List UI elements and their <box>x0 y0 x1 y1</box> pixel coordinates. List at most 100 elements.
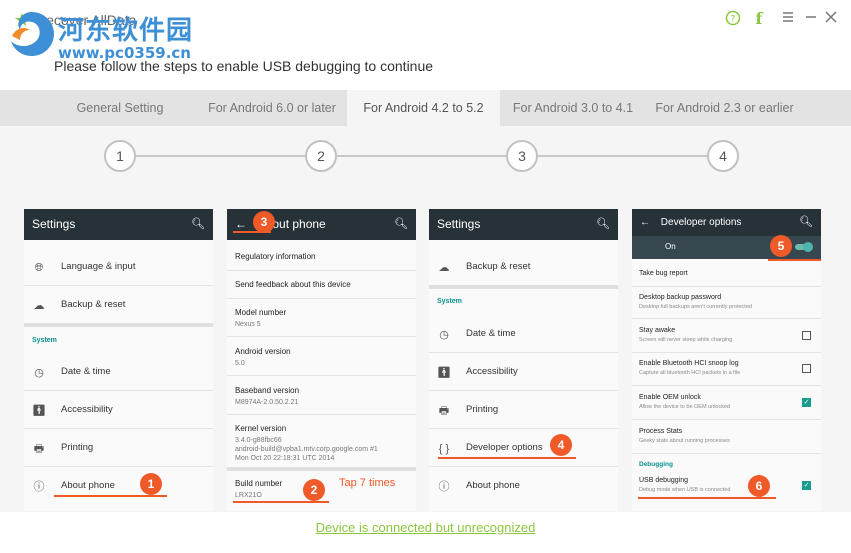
master-toggle-bar[interactable]: On <box>632 236 821 259</box>
dev-option-title: Take bug report <box>639 270 688 277</box>
section-divider <box>429 285 618 289</box>
step-connector <box>136 155 306 157</box>
android-app-bar: Settings 🔍︎ <box>429 209 618 240</box>
highlight-underline <box>438 457 576 459</box>
divider <box>632 286 821 287</box>
hci-snoop-checkbox[interactable] <box>802 364 811 373</box>
info-row: Send feedback about this device <box>235 280 351 289</box>
info-label: Baseband version <box>235 386 300 395</box>
info-value: LRX21O <box>235 492 262 499</box>
divider <box>429 390 618 391</box>
dev-option-subtitle: Desktop full backups aren't currently pr… <box>639 304 752 310</box>
section-header: System <box>32 337 57 344</box>
facebook-icon[interactable]: f <box>750 10 768 28</box>
oem-unlock-checkbox[interactable]: ✓ <box>802 398 811 407</box>
step-4: 4 <box>707 140 739 172</box>
step-1: 1 <box>104 140 136 172</box>
minimize-icon[interactable] <box>802 10 820 28</box>
clock-icon: ◷ <box>34 367 44 379</box>
divider <box>632 453 821 454</box>
stay-awake-checkbox[interactable] <box>802 331 811 340</box>
step-3: 3 <box>506 140 538 172</box>
step-4-screenshot: ← Developer options 🔍︎ On 5 Take bug rep… <box>632 209 821 511</box>
divider <box>632 318 821 319</box>
highlight-underline <box>233 501 329 503</box>
usb-debugging-checkbox[interactable]: ✓ <box>802 481 811 490</box>
title-bar: Recover AllData 河东软件园 www.pc0359.cn ? f <box>0 0 851 62</box>
divider <box>227 298 416 299</box>
highlight-underline <box>233 231 271 233</box>
step-1-screenshot: Settings 🔍︎ 🌐︎ Language & input ☁ Backup… <box>24 209 213 511</box>
info-value: 5.0 <box>235 360 245 367</box>
watermark-logo-icon <box>11 12 54 56</box>
info-value: android-build@vpba1.mtv.corp.google.com … <box>235 446 378 453</box>
divider <box>24 285 213 286</box>
info-row: Regulatory information <box>235 252 316 261</box>
clock-icon: ◷ <box>439 329 449 341</box>
step-3-screenshot: Settings 🔍︎ ☁ Backup & reset System ◷ Da… <box>429 209 618 511</box>
watermark: 河东软件园 www.pc0359.cn <box>2 2 202 64</box>
info-icon: ⓘ <box>438 481 450 493</box>
globe-icon: 🌐︎ <box>34 262 44 274</box>
device-status-link[interactable]: Device is connected but unrecognized <box>0 520 851 535</box>
step-connector <box>538 155 708 157</box>
code-braces-icon: { } <box>438 443 450 455</box>
accessibility-icon: 🚹︎ <box>32 405 46 417</box>
android-app-bar: Settings 🔍︎ <box>24 209 213 240</box>
tap-hint: Tap 7 times <box>339 477 396 489</box>
divider <box>227 336 416 337</box>
svg-text:?: ? <box>731 15 736 25</box>
search-icon: 🔍︎ <box>191 218 205 230</box>
section-divider <box>24 323 213 327</box>
instruction-text: Please follow the steps to enable USB de… <box>54 58 434 74</box>
watermark-chinese-text: 河东软件园 <box>58 16 194 46</box>
printer-icon: 🖶︎ <box>33 443 45 455</box>
divider <box>227 414 416 415</box>
step-badge: 1 <box>140 473 162 495</box>
divider <box>632 385 821 386</box>
section-header: Debugging <box>639 461 673 468</box>
divider <box>24 466 213 467</box>
dev-option-subtitle: Screen will never sleep while charging <box>639 337 733 343</box>
tab-android-3-0-to-4-1[interactable]: For Android 3.0 to 4.1 <box>502 90 644 126</box>
info-label: Android version <box>235 347 291 356</box>
section-header: System <box>437 298 462 305</box>
step-badge: 4 <box>550 434 572 456</box>
search-icon: 🔍︎ <box>799 216 813 228</box>
info-label: Kernel version <box>235 424 287 433</box>
tab-android-6-or-later[interactable]: For Android 6.0 or later <box>196 90 348 126</box>
dev-option-subtitle: Capture all bluetooth HCI packets in a f… <box>639 370 741 376</box>
highlight-underline <box>638 497 776 499</box>
close-icon[interactable] <box>822 10 840 28</box>
back-arrow-icon: ← <box>640 217 650 228</box>
android-bar-title: Developer options <box>660 217 742 228</box>
step-connector <box>337 155 507 157</box>
dev-option-title: Stay awake <box>639 327 676 334</box>
step-badge: 2 <box>303 479 325 501</box>
back-arrow-icon: ← <box>235 217 247 231</box>
info-value: M8974A-2.0.50.2.21 <box>235 399 299 406</box>
help-icon[interactable]: ? <box>724 10 742 28</box>
divider <box>632 419 821 420</box>
tab-general-setting[interactable]: General Setting <box>50 90 190 126</box>
dev-option-title: Enable OEM unlock <box>639 394 701 401</box>
tab-android-4-2-to-5-2[interactable]: For Android 4.2 to 5.2 <box>347 90 500 126</box>
section-divider <box>227 467 416 471</box>
dev-option-title: Desktop backup password <box>639 294 722 301</box>
dev-option-title: Process Stats <box>639 428 683 435</box>
divider <box>227 375 416 376</box>
step-badge: 5 <box>770 235 792 257</box>
menu-icon[interactable] <box>779 10 797 28</box>
step-2-screenshot: ← About phone 🔍︎ 3 Regulatory informatio… <box>227 209 416 511</box>
search-icon: 🔍︎ <box>596 218 610 230</box>
divider <box>24 390 213 391</box>
divider <box>632 352 821 353</box>
tab-android-2-3-or-earlier[interactable]: For Android 2.3 or earlier <box>648 90 801 126</box>
search-icon: 🔍︎ <box>394 218 408 230</box>
info-label: Model number <box>235 308 287 317</box>
android-app-bar: ← Developer options 🔍︎ <box>632 209 821 236</box>
android-version-tabs: General Setting For Android 6.0 or later… <box>0 90 851 126</box>
divider <box>429 428 618 429</box>
printer-icon: 🖶︎ <box>438 405 450 417</box>
cloud-upload-icon: ☁ <box>33 300 45 312</box>
